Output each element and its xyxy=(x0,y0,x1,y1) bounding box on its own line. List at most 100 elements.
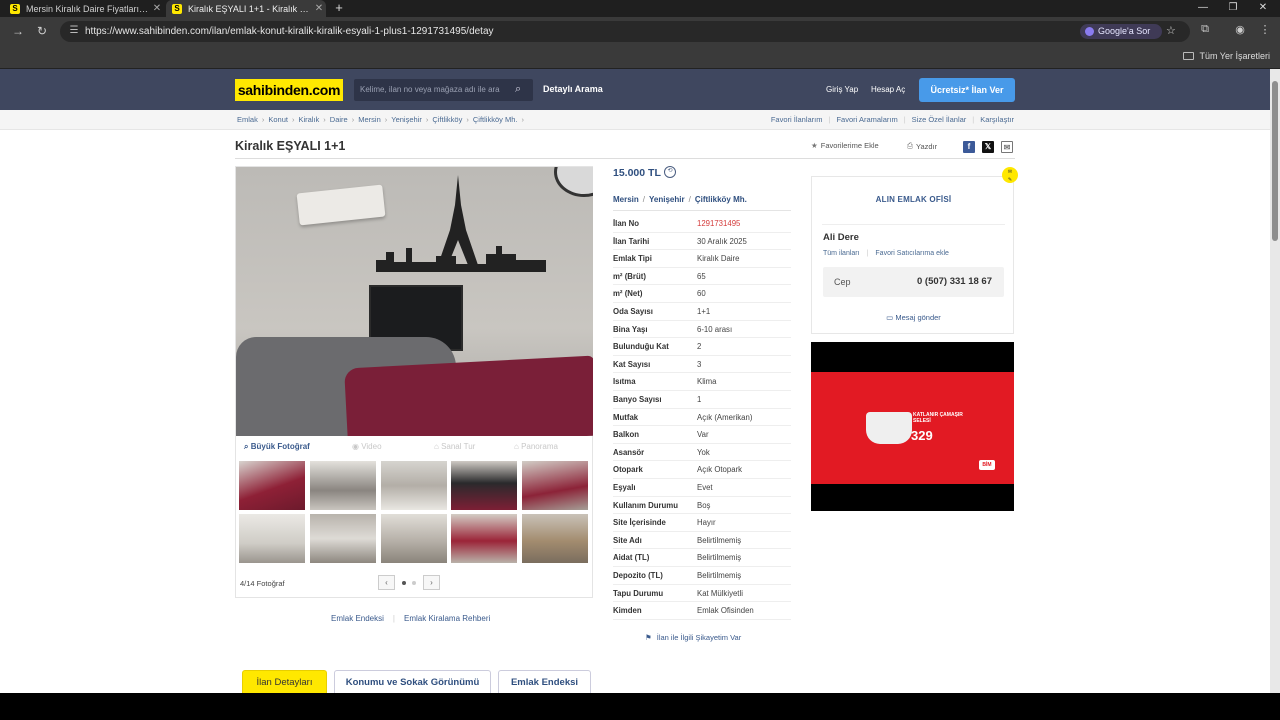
maximize-icon[interactable]: ❐ xyxy=(1218,0,1248,17)
site-logo[interactable]: sahibinden.com xyxy=(235,79,343,101)
large-photo-label: Büyük Fotoğraf xyxy=(250,442,310,451)
breadcrumb-separator: › xyxy=(291,115,295,124)
print-label: Yazdır xyxy=(916,141,938,151)
minimize-icon[interactable]: — xyxy=(1188,0,1218,17)
photo-thumbnail[interactable] xyxy=(238,513,306,564)
reload-icon[interactable]: ↻ xyxy=(34,23,50,39)
pager-dot[interactable] xyxy=(412,581,416,585)
photo-thumbnail[interactable] xyxy=(308,513,377,564)
message-icon: ▭ xyxy=(886,313,894,322)
photo-thumbnail[interactable] xyxy=(379,460,448,511)
close-tab-icon[interactable]: ✕ xyxy=(150,3,164,14)
breadcrumb-item[interactable]: Daire xyxy=(330,110,348,130)
mail-icon[interactable]: ✉ xyxy=(1001,141,1013,153)
office-name[interactable]: ALIN EMLAK OFİSİ xyxy=(812,195,1015,204)
search-icon[interactable]: ⌕ xyxy=(515,83,527,95)
detail-value: Hayır xyxy=(697,518,716,528)
prev-page-button[interactable]: ‹ xyxy=(378,575,395,590)
large-photo-button[interactable]: ⌕ Büyük Fotoğraf xyxy=(244,437,310,457)
advanced-search-link[interactable]: Detaylı Arama xyxy=(543,69,603,110)
user-links: Favori İlanlarım | Favori Aramalarım | Size … xyxy=(771,110,1014,130)
user-link[interactable]: Favori Aramalarım xyxy=(836,110,897,130)
detail-key: Otopark xyxy=(613,465,643,475)
search-box[interactable]: Kelime, ilan no veya mağaza adı ile ara … xyxy=(354,79,533,101)
photo-thumbnail[interactable] xyxy=(450,460,519,511)
add-favorite-label: Favorilerime Ekle xyxy=(820,141,879,150)
forward-icon[interactable]: → xyxy=(10,23,26,39)
user-link[interactable]: Karşılaştır xyxy=(980,110,1014,130)
photo-thumbnail[interactable] xyxy=(308,460,377,511)
detail-value: 2 xyxy=(697,342,702,352)
tab-location-street-view[interactable]: Konumu ve Sokak Görünümü xyxy=(334,670,491,693)
photo-thumbnail[interactable] xyxy=(238,460,306,511)
price-history-icon[interactable]: ⟲ xyxy=(664,166,676,178)
phone-number[interactable]: 0 (507) 331 18 67 xyxy=(917,267,992,297)
photo-thumbnail[interactable] xyxy=(521,460,590,511)
all-bookmarks-button[interactable]: Tüm Yer İşaretleri xyxy=(1183,51,1270,61)
add-favorite-button[interactable]: ★ Favorilerime Ekle xyxy=(811,141,879,150)
detail-value: 1291731495 xyxy=(697,219,741,228)
advertisement[interactable]: KATLANIR ÇAMAŞIR SELESİ 329 BİM xyxy=(811,342,1014,511)
favorite-seller-link[interactable]: Favori Satıcılarıma ekle xyxy=(875,250,949,257)
close-window-icon[interactable]: ✕ xyxy=(1248,0,1278,17)
photo-tools: ⌕ Büyük Fotoğraf ◉ Video ⌂ Sanal Tur ⌂ P… xyxy=(236,437,593,457)
send-message-link[interactable]: ▭ Mesaj gönder xyxy=(812,313,1015,322)
browser-tab[interactable]: S Mersin Kiralık Daire Fiyatları ve ✕ xyxy=(4,0,164,17)
register-link[interactable]: Hesap Aç xyxy=(871,69,905,110)
new-tab-icon[interactable]: + xyxy=(332,0,346,17)
site-info-icon[interactable]: ☰ xyxy=(68,25,80,37)
listing-location: Mersin / Yenişehir / Çiftlikköy Mh. xyxy=(613,195,747,204)
breadcrumb-item[interactable]: Çiftlikköy Mh. xyxy=(473,110,518,130)
detail-row: İlan Tarihi 30 Aralık 2025 xyxy=(613,233,791,251)
user-link[interactable]: Size Özel İlanlar xyxy=(912,110,967,130)
extensions-icon[interactable]: ⧉ xyxy=(1197,23,1213,36)
photo-thumbnail[interactable] xyxy=(521,513,590,564)
page-scrollbar[interactable] xyxy=(1270,69,1280,693)
location-link[interactable]: Yenişehir xyxy=(649,195,685,204)
post-ad-button[interactable]: Ücretsiz* İlan Ver xyxy=(919,78,1015,102)
scrollbar-thumb[interactable] xyxy=(1272,81,1278,241)
photo-thumbnail[interactable] xyxy=(450,513,519,564)
facebook-icon[interactable]: f xyxy=(963,141,975,153)
pager-dot[interactable] xyxy=(402,581,406,585)
divider xyxy=(822,224,1005,225)
detail-key: Isıtma xyxy=(613,377,636,387)
detail-value: Belirtilmemiş xyxy=(697,535,742,545)
tab-listing-details[interactable]: İlan Detayları xyxy=(242,670,327,693)
breadcrumb-item[interactable]: Emlak xyxy=(237,110,258,130)
user-link[interactable]: Favori İlanlarım xyxy=(771,110,823,130)
menu-icon[interactable]: ⋮ xyxy=(1257,23,1273,36)
print-button[interactable]: ⎙ Yazdır xyxy=(907,141,937,151)
printer-icon: ⎙ xyxy=(907,141,913,150)
real-estate-index-link[interactable]: Emlak Endeksi xyxy=(331,614,384,623)
location-link[interactable]: Çiftlikköy Mh. xyxy=(695,195,747,204)
bookmark-star-icon[interactable]: ☆ xyxy=(1166,24,1176,37)
x-twitter-icon[interactable]: 𝕏 xyxy=(982,141,994,153)
photo-thumbnail[interactable] xyxy=(379,513,448,564)
skyline-decal xyxy=(376,246,546,272)
breadcrumb-item[interactable]: Kiralık xyxy=(298,110,319,130)
next-page-button[interactable]: › xyxy=(423,575,440,590)
location-separator: / xyxy=(688,195,691,204)
breadcrumb-item[interactable]: Yenişehir xyxy=(391,110,422,130)
close-tab-icon[interactable]: ✕ xyxy=(312,3,326,14)
breadcrumb-item[interactable]: Mersin xyxy=(358,110,381,130)
search-input[interactable]: Kelime, ilan no veya mağaza adı ile ara xyxy=(360,79,500,101)
google-ask-button[interactable]: Google'a Sor xyxy=(1080,24,1162,39)
browser-tab-active[interactable]: S Kiralık EŞYALI 1+1 - Kiralık Daire ✕ xyxy=(166,0,326,17)
report-listing-link[interactable]: ⚑ İlan ile İlgili Şikayetim Var xyxy=(645,633,741,642)
profile-icon[interactable]: ◉ xyxy=(1232,23,1248,36)
location-link[interactable]: Mersin xyxy=(613,195,639,204)
feedback-badge-icon[interactable]: ✉ ✎ xyxy=(1002,167,1018,183)
report-label: İlan ile İlgili Şikayetim Var xyxy=(656,633,742,642)
main-photo[interactable] xyxy=(236,167,593,436)
breadcrumb-item[interactable]: Çiftlikköy xyxy=(432,110,462,130)
address-bar[interactable]: ☰ https://www.sahibinden.com/ilan/emlak-… xyxy=(60,21,1190,42)
breadcrumb-item[interactable]: Konut xyxy=(268,110,288,130)
detail-row: Aidat (TL) Belirtilmemiş xyxy=(613,549,791,567)
login-link[interactable]: Giriş Yap xyxy=(826,69,858,110)
rental-guide-link[interactable]: Emlak Kiralama Rehberi xyxy=(404,614,490,623)
detail-row: Kullanım Durumu Boş xyxy=(613,497,791,515)
tab-real-estate-index[interactable]: Emlak Endeksi xyxy=(498,670,591,693)
all-ads-link[interactable]: Tüm ilanları xyxy=(823,250,860,257)
